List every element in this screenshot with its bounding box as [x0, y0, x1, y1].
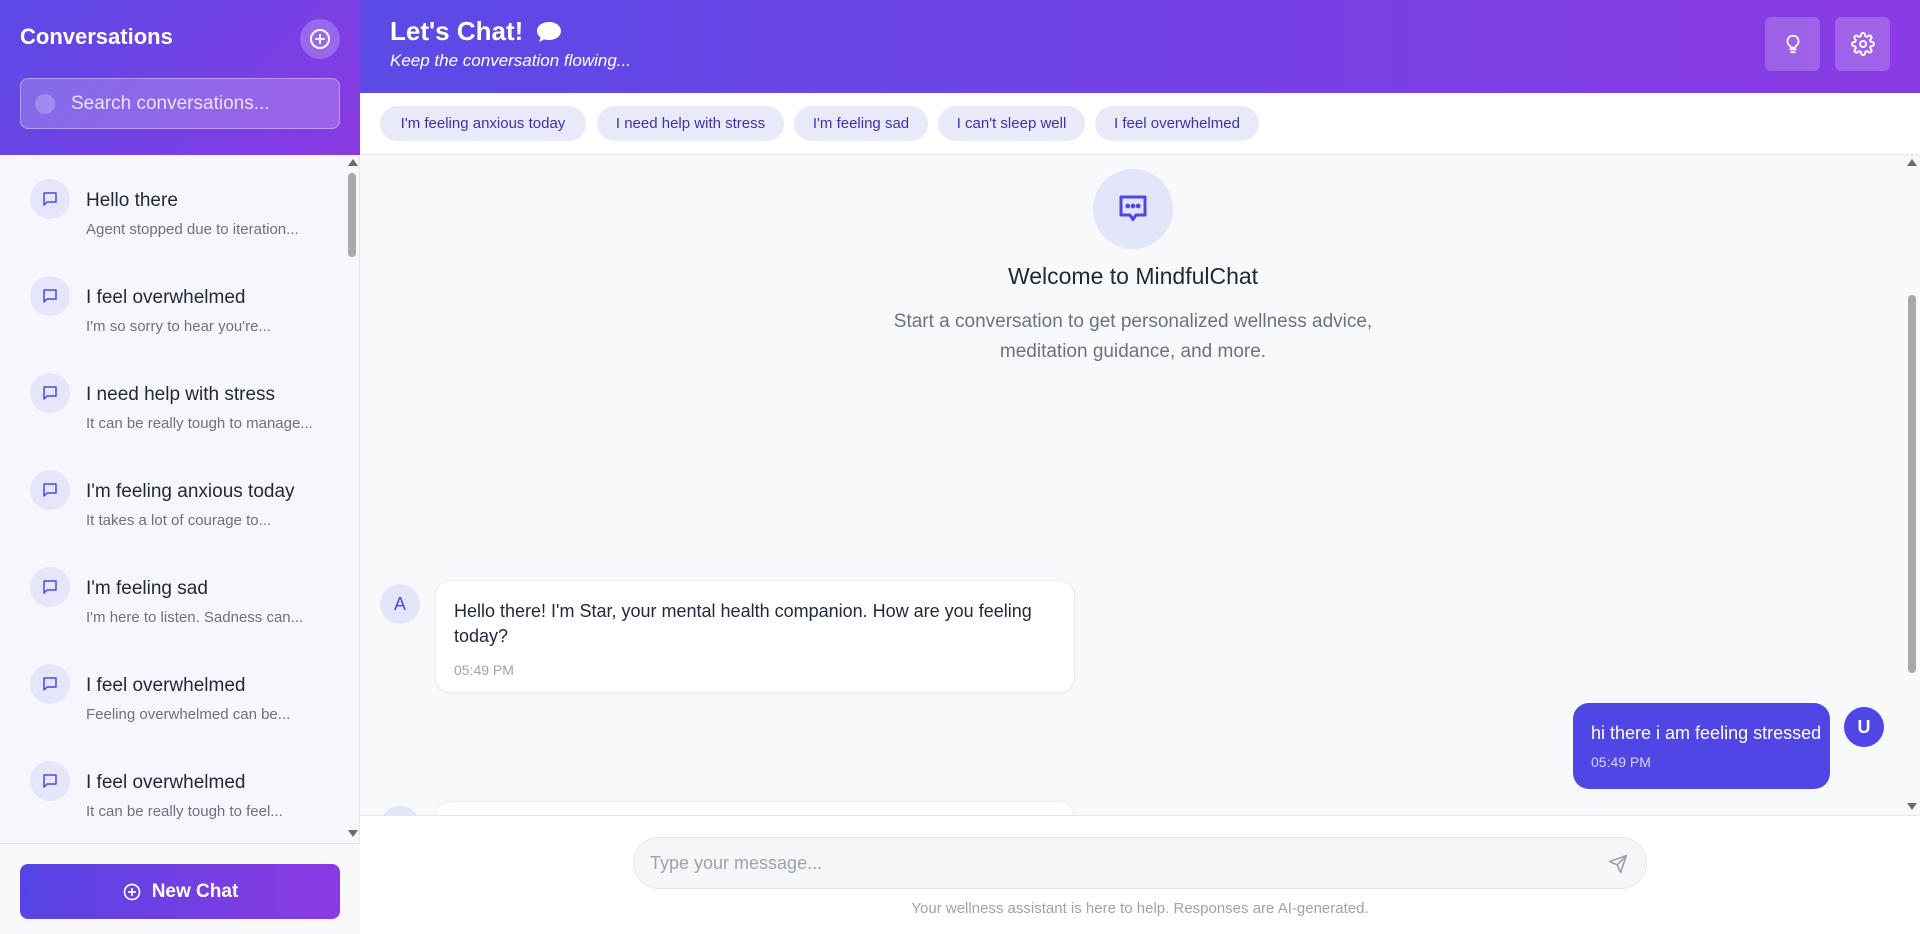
sidebar-header: Conversations — [0, 0, 360, 155]
chat-bubble-icon — [537, 21, 562, 42]
conversation-title: I feel overwhelmed — [86, 675, 246, 696]
assistant-avatar — [380, 806, 420, 815]
conversation-preview: It can be really tough to feel... — [86, 803, 283, 820]
scroll-down-arrow-icon[interactable] — [1907, 803, 1917, 810]
page-subtitle: Keep the conversation flowing... — [390, 51, 631, 70]
conversation-title: I feel overwhelmed — [86, 772, 246, 793]
conversation-title: Hello there — [86, 190, 178, 211]
header-title-row: Let's Chat! — [390, 16, 563, 47]
conversation-preview: Feeling overwhelmed can be... — [86, 706, 291, 723]
sidebar: Conversations Hello there Agent stopped … — [0, 0, 360, 934]
conversation-item[interactable]: I feel overwhelmed Feeling overwhelmed c… — [0, 640, 344, 737]
search-icon — [35, 94, 55, 114]
scroll-up-arrow-icon[interactable] — [1907, 159, 1917, 166]
plus-circle-icon — [123, 883, 141, 900]
conversation-preview: Agent stopped due to iteration... — [86, 221, 299, 238]
conversation-list: Hello there Agent stopped due to iterati… — [0, 155, 344, 843]
message-square-icon — [30, 664, 70, 704]
scroll-down-arrow-icon[interactable] — [348, 830, 358, 837]
assistant-message-bubble — [435, 801, 1075, 815]
ai-disclaimer: Your wellness assistant is here to help.… — [911, 900, 1369, 917]
suggestion-chip[interactable]: I need help with stress — [597, 106, 784, 141]
conversation-item[interactable]: I feel overwhelmed I'm so sorry to hear … — [0, 252, 344, 349]
sidebar-footer: New Chat — [0, 843, 360, 934]
conversation-preview: I'm here to listen. Sadness can... — [86, 609, 304, 626]
message-text: hi there i am feeling stressed — [1591, 723, 1822, 743]
welcome-text: Start a conversation to get personalized… — [893, 311, 1373, 362]
scroll-up-arrow-icon[interactable] — [348, 159, 358, 166]
user-message-bubble: hi there i am feeling stressed 05:49 PM — [1573, 703, 1830, 789]
message-timestamp: 05:49 PM — [454, 662, 514, 678]
assistant-avatar: A — [380, 584, 420, 624]
sidebar-scrollbar[interactable] — [344, 155, 360, 843]
suggestion-chip[interactable]: I can't sleep well — [938, 106, 1085, 141]
conversation-item[interactable]: I'm feeling anxious today It takes a lot… — [0, 446, 344, 543]
chat-header: Let's Chat! Keep the conversation flowin… — [360, 0, 1920, 93]
message-square-icon — [30, 470, 70, 510]
conversation-preview: It can be really tough to manage... — [86, 415, 313, 432]
conversation-item[interactable]: Hello there Agent stopped due to iterati… — [0, 155, 344, 252]
add-conversation-button[interactable] — [300, 19, 340, 59]
conversation-title: I need help with stress — [86, 384, 276, 405]
suggestion-chip[interactable]: I feel overwhelmed — [1095, 106, 1259, 141]
message-square-icon — [30, 761, 70, 801]
lightbulb-icon — [1786, 34, 1799, 54]
welcome-title: Welcome to MindfulChat — [1007, 263, 1259, 289]
send-icon — [1608, 854, 1628, 874]
suggestion-chip[interactable]: I'm feeling sad — [794, 106, 928, 141]
plus-circle-icon — [310, 29, 330, 49]
suggestion-bar: I'm feeling anxious today I need help wi… — [360, 93, 1920, 155]
scrollbar-thumb[interactable] — [1908, 295, 1916, 673]
new-chat-button[interactable]: New Chat — [20, 864, 340, 919]
new-chat-label: New Chat — [151, 880, 239, 902]
conversation-preview: It takes a lot of courage to... — [86, 512, 272, 529]
message-input[interactable] — [650, 838, 1580, 888]
settings-button[interactable] — [1835, 17, 1890, 71]
gear-icon — [1850, 32, 1875, 56]
conversation-item[interactable]: I'm feeling sad I'm here to listen. Sadn… — [0, 543, 344, 640]
message-input-box — [633, 837, 1647, 889]
message-square-icon — [30, 373, 70, 413]
assistant-message-bubble: Hello there! I'm Star, your mental healt… — [435, 580, 1075, 693]
conversation-item[interactable]: I feel overwhelmed It can be really toug… — [0, 737, 344, 834]
search-input[interactable] — [71, 79, 331, 128]
conversation-title: I'm feeling sad — [86, 578, 208, 599]
message-composer: Your wellness assistant is here to help.… — [360, 815, 1920, 934]
sidebar-title: Conversations — [20, 24, 173, 49]
message-timestamp: 05:49 PM — [1591, 754, 1651, 770]
search-box — [20, 78, 340, 129]
message-square-icon — [30, 567, 70, 607]
chat-area: Welcome to MindfulChat Start a conversat… — [360, 155, 1920, 815]
send-button[interactable] — [1604, 850, 1632, 878]
suggestion-chip[interactable]: I'm feeling anxious today — [380, 106, 586, 141]
message-square-icon — [30, 179, 70, 219]
message-square-icon — [30, 276, 70, 316]
user-avatar: U — [1844, 707, 1884, 747]
message-text: Hello there! I'm Star, your mental healt… — [454, 601, 1032, 646]
welcome-chat-icon — [1093, 169, 1173, 249]
tips-button[interactable] — [1765, 17, 1820, 71]
chat-scrollbar[interactable] — [1903, 155, 1920, 815]
conversation-preview: I'm so sorry to hear you're... — [86, 318, 271, 335]
conversation-item[interactable]: I need help with stress It can be really… — [0, 349, 344, 446]
conversation-title: I'm feeling anxious today — [86, 481, 295, 502]
scrollbar-thumb[interactable] — [348, 173, 356, 257]
conversation-title: I feel overwhelmed — [86, 287, 246, 308]
page-title: Let's Chat! — [390, 16, 524, 46]
